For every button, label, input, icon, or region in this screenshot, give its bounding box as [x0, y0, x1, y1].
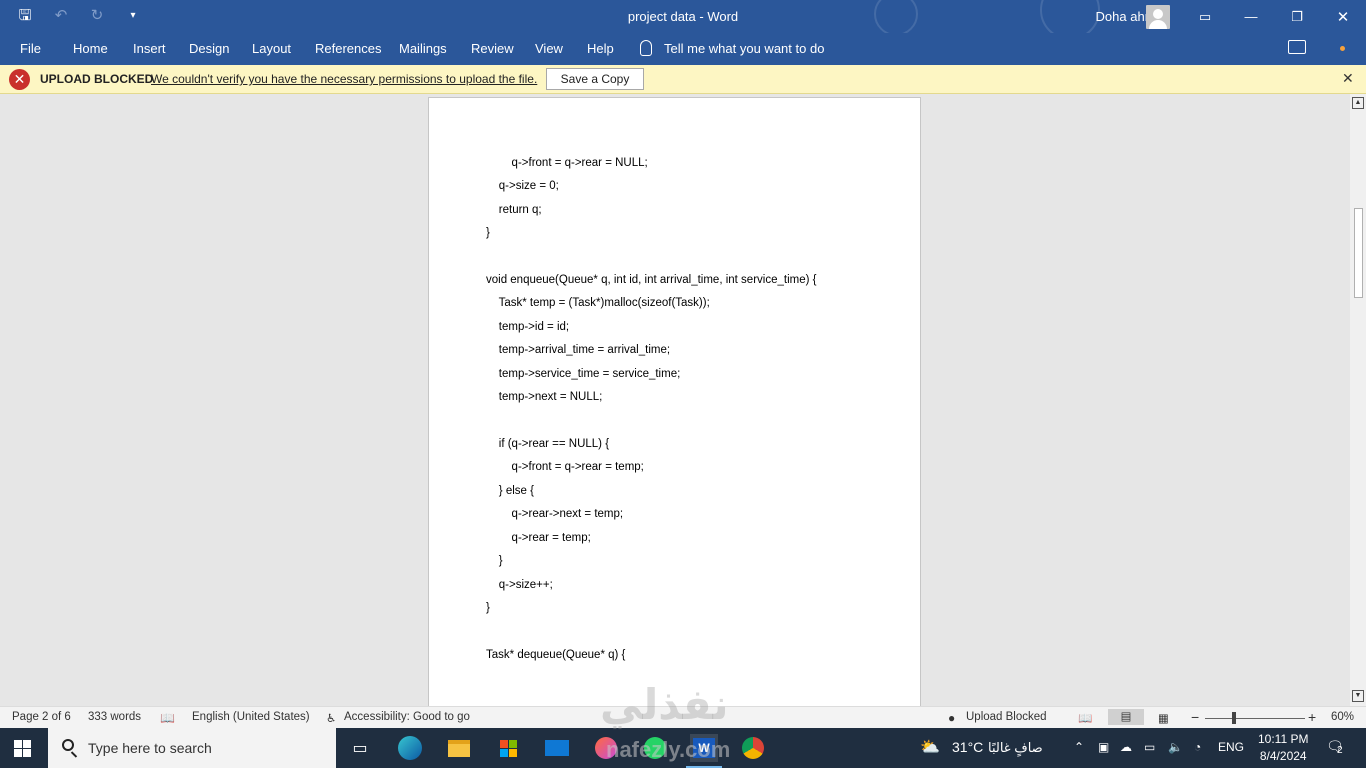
error-icon: ✕	[9, 69, 30, 90]
code-line: temp->next = NULL;	[486, 391, 603, 403]
upload-status[interactable]: Upload Blocked	[966, 711, 1047, 723]
meet-now-icon[interactable]: ▣	[1098, 740, 1109, 754]
code-line: temp->service_time = service_time;	[486, 368, 681, 380]
code-line: q->front = q->rear = temp;	[486, 461, 644, 473]
zoom-in-button[interactable]: +	[1308, 709, 1316, 725]
vertical-scrollbar[interactable]: ▲ ▼	[1350, 94, 1366, 706]
code-line: }	[486, 602, 490, 614]
photos-icon[interactable]	[592, 734, 620, 762]
scroll-thumb[interactable]	[1354, 208, 1363, 298]
tab-review[interactable]: Review	[471, 41, 514, 56]
clock-time: 10:11 PM	[1258, 732, 1309, 746]
code-line: } else {	[486, 485, 534, 497]
weather-temp[interactable]: 31°C	[952, 739, 983, 755]
volume-icon[interactable]: 🔈	[1168, 740, 1183, 754]
tab-design[interactable]: Design	[189, 41, 229, 56]
print-layout-icon[interactable]: ▤	[1108, 709, 1144, 725]
accessibility-status[interactable]: Accessibility: Good to go	[344, 711, 470, 723]
page-count[interactable]: Page 2 of 6	[12, 711, 71, 723]
clock-date: 8/4/2024	[1259, 749, 1307, 763]
status-bar: Page 2 of 6 333 words 📖 English (United …	[0, 706, 1366, 728]
code-line: q->front = q->rear = NULL;	[498, 157, 648, 169]
tab-references[interactable]: References	[315, 41, 381, 56]
windows-start-icon[interactable]	[14, 740, 31, 757]
store-icon[interactable]	[494, 734, 522, 762]
code-line: temp->id = id;	[486, 321, 570, 333]
onedrive-icon[interactable]: ☁	[1120, 740, 1132, 754]
tab-mailings[interactable]: Mailings	[399, 41, 447, 56]
proofing-icon[interactable]: 📖	[160, 711, 175, 725]
tab-view[interactable]: View	[535, 41, 563, 56]
document-area[interactable]: q->front = q->rear = NULL; q->size = 0; …	[0, 94, 1350, 706]
ribbon-tabs: File Home Insert Design Layout Reference…	[0, 33, 1366, 65]
code-line: q->rear->next = temp;	[486, 508, 624, 520]
file-explorer-icon[interactable]	[445, 734, 473, 762]
mail-icon[interactable]	[543, 734, 571, 762]
task-view-icon[interactable]: ▭	[346, 734, 374, 762]
comments-icon[interactable]	[1288, 40, 1306, 54]
zoom-out-button[interactable]: −	[1191, 709, 1199, 725]
upload-blocked-bar: ✕ UPLOAD BLOCKED We couldn't verify you …	[0, 65, 1366, 94]
web-layout-icon[interactable]: ▦	[1158, 711, 1169, 725]
input-language[interactable]: ENG	[1218, 740, 1244, 754]
lightbulb-icon	[640, 40, 652, 56]
battery-icon[interactable]: ▭	[1144, 740, 1155, 754]
weather-text[interactable]: صافٍ غالبًا	[988, 740, 1043, 756]
scroll-up-icon[interactable]: ▲	[1352, 97, 1364, 109]
scroll-down-icon[interactable]: ▼	[1352, 690, 1364, 702]
tab-help[interactable]: Help	[587, 41, 614, 56]
word-count[interactable]: 333 words	[88, 711, 141, 723]
language[interactable]: English (United States)	[192, 711, 310, 723]
avatar[interactable]	[1146, 5, 1170, 29]
search-icon	[62, 739, 74, 751]
notification-count: 2	[1337, 745, 1343, 756]
message-link[interactable]: We couldn't verify you have the necessar…	[151, 72, 537, 86]
upload-status-icon: ●	[948, 711, 956, 725]
close-icon[interactable]: ✕	[1320, 0, 1366, 33]
clock[interactable]: 10:11 PM 8/4/2024	[1258, 731, 1308, 765]
read-mode-icon[interactable]: 📖	[1078, 711, 1092, 725]
code-line: temp->arrival_time = arrival_time;	[486, 344, 671, 356]
code-line: q->rear = temp;	[486, 532, 591, 544]
title-bar: 🖫 ↶ ↻ ▾ project data - Word Doha ahmed ▭…	[0, 0, 1366, 40]
show-hidden-icons-icon[interactable]: ⌃	[1074, 740, 1084, 754]
tab-insert[interactable]: Insert	[133, 41, 166, 56]
code-line: q->size = 0;	[486, 180, 559, 192]
close-message-icon[interactable]: ✕	[1342, 70, 1354, 87]
code-line: }	[486, 555, 503, 567]
accessibility-icon: ♿	[326, 713, 337, 725]
restore-icon[interactable]: ❐	[1274, 0, 1320, 33]
code-line: Task* temp = (Task*)malloc(sizeof(Task))…	[486, 297, 710, 309]
taskbar: Type here to search ▭ W ⛅ 31°C صافٍ غالب…	[0, 728, 1366, 768]
notification-dot-icon	[1340, 46, 1345, 51]
ribbon-display-options-icon[interactable]: ▭	[1182, 0, 1228, 33]
code-line: void enqueue(Queue* q, int id, int arriv…	[486, 274, 817, 286]
search-placeholder: Type here to search	[88, 740, 212, 756]
zoom-level[interactable]: 60%	[1331, 711, 1354, 723]
taskbar-search[interactable]: Type here to search	[48, 728, 336, 768]
whatsapp-icon[interactable]	[641, 734, 669, 762]
zoom-slider-thumb[interactable]	[1232, 712, 1236, 724]
weather-icon[interactable]: ⛅	[920, 737, 940, 757]
tell-me-search[interactable]: Tell me what you want to do	[640, 40, 824, 56]
message-title: UPLOAD BLOCKED	[40, 72, 154, 86]
code-line: return q;	[486, 204, 542, 216]
code-line: if (q->rear == NULL) {	[486, 438, 610, 450]
tab-layout[interactable]: Layout	[252, 41, 291, 56]
edge-icon[interactable]	[396, 734, 424, 762]
tab-home[interactable]: Home	[73, 41, 108, 56]
minimize-icon[interactable]: —	[1228, 0, 1274, 33]
word-icon[interactable]: W	[690, 734, 718, 762]
save-a-copy-button[interactable]: Save a Copy	[546, 68, 644, 90]
tell-me-text: Tell me what you want to do	[664, 40, 825, 56]
code-line: Task* dequeue(Queue* q) {	[486, 649, 626, 661]
document-page[interactable]: q->front = q->rear = NULL; q->size = 0; …	[428, 97, 921, 706]
zoom-slider[interactable]	[1205, 718, 1305, 719]
chrome-icon[interactable]	[739, 734, 767, 762]
code-line: }	[486, 227, 490, 239]
network-icon[interactable]: ◔	[1194, 740, 1201, 754]
code-line: q->size++;	[486, 579, 553, 591]
tab-file[interactable]: File	[20, 41, 41, 56]
